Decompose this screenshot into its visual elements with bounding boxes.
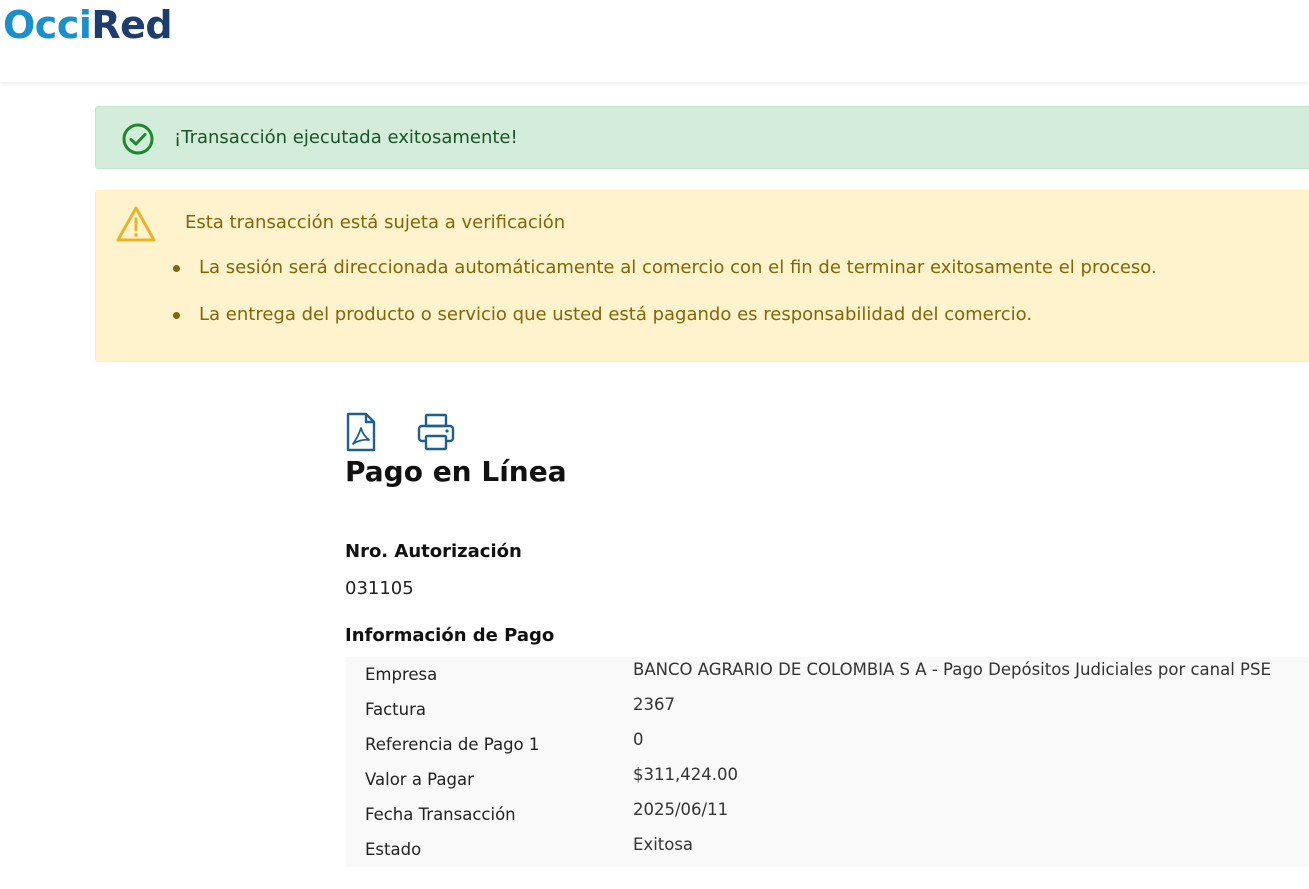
list-item: La entrega del producto o servicio que u…: [172, 290, 1157, 337]
row-value-fecha: 2025/06/11: [633, 800, 729, 819]
table-row: Estado Exitosa: [346, 832, 1309, 867]
warning-list: La sesión será direccionada automáticame…: [172, 243, 1157, 337]
table-row: Fecha Transacción 2025/06/11: [346, 797, 1309, 832]
table-row: Referencia de Pago 1 0: [346, 727, 1309, 762]
table-row: Factura 2367: [346, 692, 1309, 727]
logo-occi: Occi: [3, 3, 92, 47]
table-row: Valor a Pagar $311,424.00: [346, 762, 1309, 797]
authorization-number: 031105: [345, 578, 414, 599]
success-alert: ¡Transacción ejecutada exitosamente!: [95, 106, 1309, 169]
row-value-estado: Exitosa: [633, 835, 694, 854]
check-circle-icon: [122, 123, 154, 155]
file-pdf-icon: [346, 412, 376, 452]
print-button[interactable]: [417, 412, 455, 452]
row-key-fecha: Fecha Transacción: [365, 805, 516, 824]
row-key-valor: Valor a Pagar: [365, 770, 474, 789]
logo-red: Red: [91, 3, 173, 47]
warning-alert: Esta transacción está sujeta a verificac…: [95, 190, 1309, 362]
page-title: Pago en Línea: [345, 455, 567, 488]
table-row: Empresa BANCO AGRARIO DE COLOMBIA S A - …: [346, 657, 1309, 692]
row-value-valor: $311,424.00: [633, 765, 738, 784]
header: OcciRed: [0, 0, 1309, 82]
occired-logo[interactable]: OcciRed: [3, 2, 173, 48]
document-toolbar: [345, 412, 465, 454]
download-pdf-button[interactable]: [345, 412, 381, 452]
row-key-empresa: Empresa: [365, 665, 438, 684]
row-value-factura: 2367: [633, 695, 675, 714]
row-key-estado: Estado: [365, 840, 422, 859]
payment-info-table: Empresa BANCO AGRARIO DE COLOMBIA S A - …: [346, 657, 1309, 867]
row-value-empresa: BANCO AGRARIO DE COLOMBIA S A - Pago Dep…: [633, 660, 1271, 679]
warning-title: Esta transacción está sujeta a verificac…: [185, 212, 566, 233]
payment-info-label: Información de Pago: [345, 625, 555, 646]
success-message: ¡Transacción ejecutada exitosamente!: [174, 127, 518, 148]
warning-triangle-icon: [116, 206, 156, 242]
row-value-referencia: 0: [633, 730, 644, 749]
row-key-referencia: Referencia de Pago 1: [365, 735, 540, 754]
authorization-label: Nro. Autorización: [345, 541, 522, 562]
row-key-factura: Factura: [365, 700, 426, 719]
list-item: La sesión será direccionada automáticame…: [172, 243, 1157, 290]
printer-icon: [417, 413, 455, 451]
